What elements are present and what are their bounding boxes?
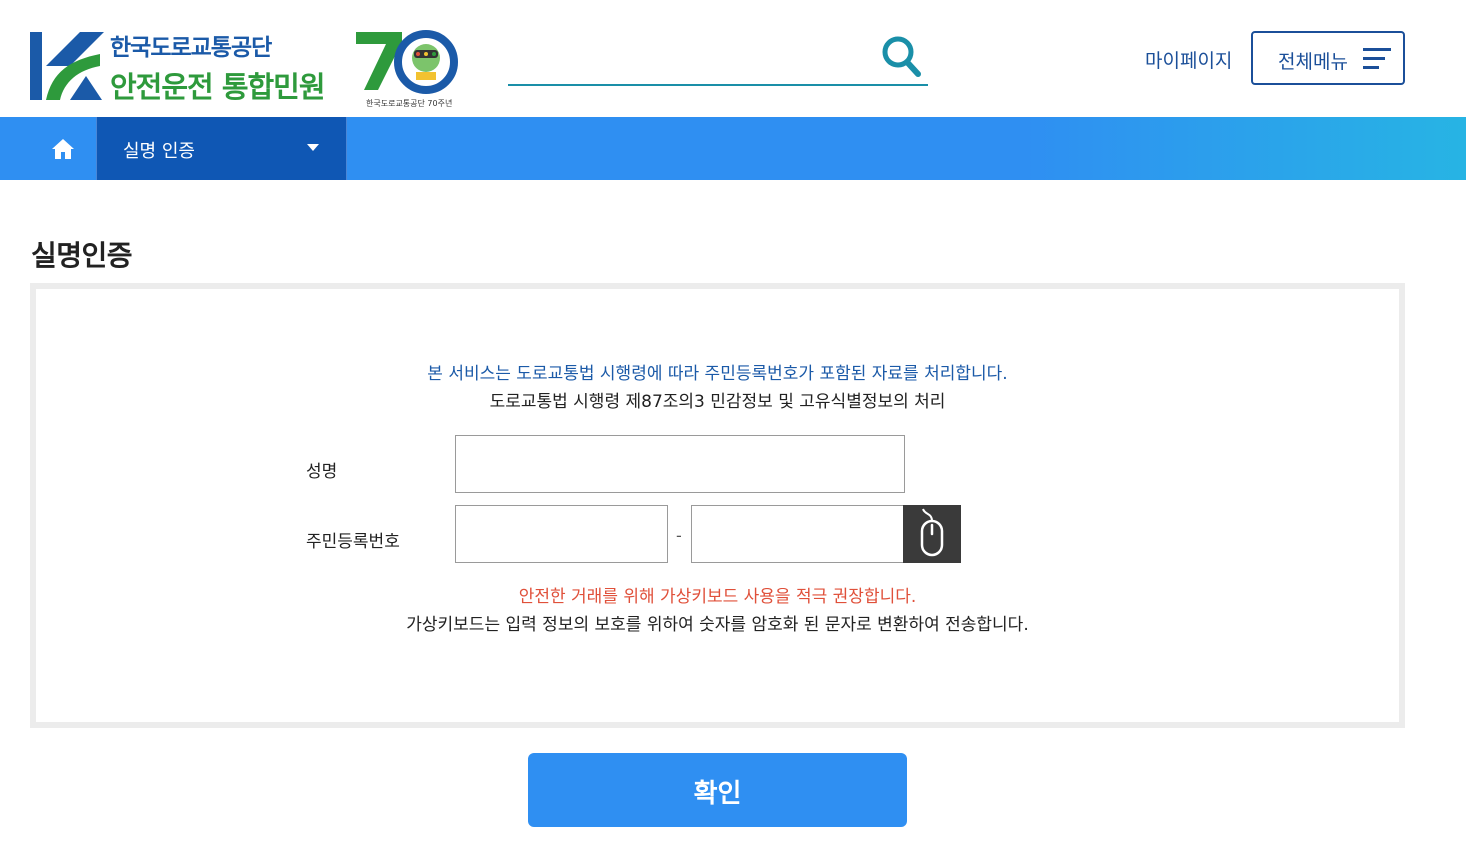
koroad-logo-icon [30, 32, 104, 100]
anniversary-emblem: 한국도로교통공단 70주년 [354, 28, 458, 110]
rrn-back-input[interactable] [691, 505, 904, 563]
service-notice: 본 서비스는 도로교통법 시행령에 따라 주민등록번호가 포함된 자료를 처리합… [427, 364, 1008, 384]
virtual-keyboard-description: 가상키보드는 입력 정보의 보호를 위하여 숫자를 암호화 된 문자로 변환하여… [406, 615, 1029, 635]
all-menu-button[interactable]: 전체메뉴 [1251, 31, 1405, 85]
mouse-icon [920, 508, 944, 557]
mypage-link[interactable]: 마이페이지 [1145, 46, 1232, 73]
rrn-label: 주민등록번호 [306, 532, 400, 552]
home-button[interactable] [0, 117, 96, 180]
confirm-button-label: 확인 [693, 778, 742, 808]
anniversary-70-icon [356, 30, 458, 94]
home-icon [52, 139, 74, 159]
name-label: 성명 [306, 462, 338, 482]
site-header: 한국도로교통공단 안전운전 통합민원 한국도로교통공단 70주년 마이페이지 전… [0, 0, 1466, 117]
search-bar [508, 30, 928, 86]
logo-service-name: 안전운전 통합민원 [110, 70, 326, 104]
anniversary-caption: 한국도로교통공단 70주년 [366, 99, 453, 108]
navigation-bar: 실명 인증 [0, 117, 1466, 180]
legal-basis-notice: 도로교통법 시행령 제87조의3 민감정보 및 고유식별정보의 처리 [489, 392, 946, 412]
verification-panel: 본 서비스는 도로교통법 시행령에 따라 주민등록번호가 포함된 자료를 처리합… [30, 283, 1405, 728]
virtual-keyboard-recommendation: 안전한 거래를 위해 가상키보드 사용을 적극 권장합니다. [518, 587, 917, 607]
logo-org-name: 한국도로교통공단 [110, 35, 272, 61]
site-logo[interactable]: 한국도로교통공단 안전운전 통합민원 [30, 28, 340, 104]
hamburger-menu-icon [1363, 48, 1391, 69]
rrn-separator: - [676, 526, 682, 545]
search-icon[interactable] [880, 34, 922, 78]
confirm-button[interactable]: 확인 [528, 753, 907, 827]
name-input[interactable] [455, 435, 905, 493]
breadcrumb-dropdown[interactable]: 실명 인증 [96, 117, 347, 180]
all-menu-label: 전체메뉴 [1278, 51, 1348, 73]
page-title: 실명인증 [31, 239, 133, 272]
virtual-keyboard-button[interactable] [903, 505, 961, 563]
rrn-front-input[interactable] [455, 505, 668, 563]
search-input[interactable] [508, 40, 868, 80]
chevron-down-icon [307, 144, 319, 151]
breadcrumb-label: 실명 인증 [123, 141, 195, 162]
